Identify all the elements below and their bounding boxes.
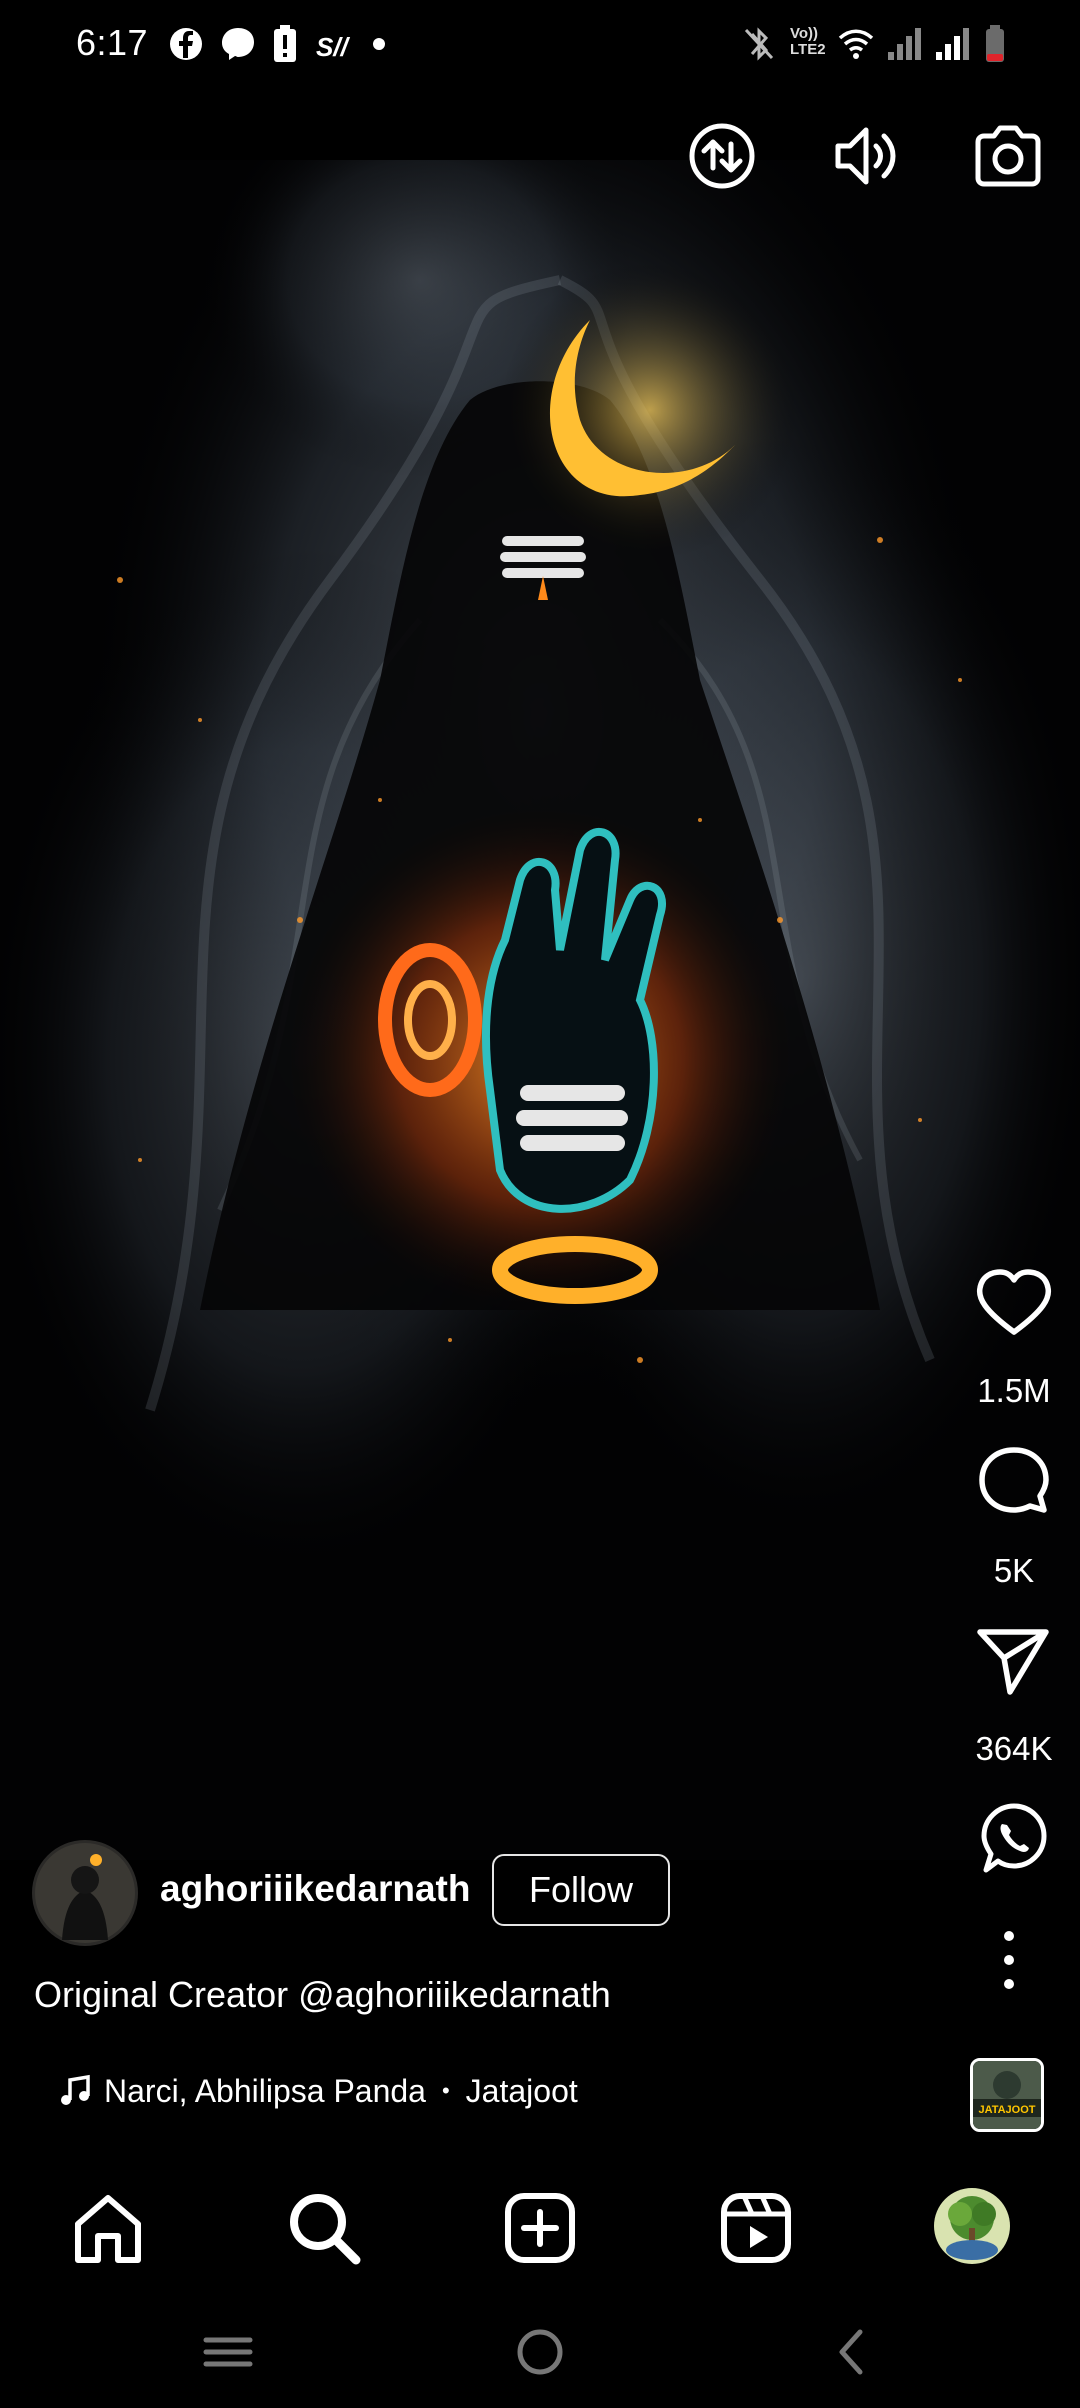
cell-signal-2-icon xyxy=(936,28,969,60)
network-label: Vo)) LTE2 xyxy=(790,25,826,58)
reel-caption[interactable]: Original Creator @aghoriiikedarnath xyxy=(34,1974,611,2016)
music-note-icon xyxy=(61,2074,90,2105)
cell-signal-1-icon xyxy=(888,28,921,60)
share-count: 364K xyxy=(975,1730,1053,1767)
messenger-icon xyxy=(222,28,254,60)
svg-text:S//: S// xyxy=(316,32,351,62)
back-icon[interactable] xyxy=(824,2324,880,2380)
status-bar: 6:17 S// Vo)) LTE2 xyxy=(0,0,1080,90)
reels-icon[interactable] xyxy=(718,2190,794,2266)
notification-dot-icon xyxy=(373,38,385,50)
battery-icon xyxy=(986,25,1004,62)
facebook-icon xyxy=(170,28,202,60)
search-icon[interactable] xyxy=(286,2190,362,2266)
shiva-artwork xyxy=(0,160,1080,1860)
create-icon[interactable] xyxy=(502,2190,578,2266)
audio-track: Jatajoot xyxy=(465,2072,578,2109)
signal-speed-icon: S// xyxy=(316,32,351,62)
home-circle-icon[interactable] xyxy=(512,2324,568,2380)
home-icon[interactable] xyxy=(70,2190,146,2266)
reel-video[interactable] xyxy=(0,160,1080,1860)
data-saver-icon[interactable] xyxy=(686,120,758,192)
audio-artists: Narci, Abhilipsa Panda xyxy=(104,2072,426,2109)
audio-thumb-text: JATAJOOT xyxy=(978,2104,1035,2116)
bluetooth-off-icon xyxy=(744,27,774,61)
profile-avatar[interactable] xyxy=(934,2188,1010,2264)
whatsapp-icon[interactable] xyxy=(974,1800,1054,1880)
wifi-icon xyxy=(838,29,874,59)
audio-thumbnail[interactable]: JATAJOOT xyxy=(970,2058,1044,2132)
audio-separator: • xyxy=(441,2078,450,2103)
send-icon[interactable] xyxy=(974,1622,1054,1702)
follow-button[interactable]: Follow xyxy=(492,1854,670,1926)
creator-avatar[interactable] xyxy=(32,1840,138,1946)
comment-count: 5K xyxy=(993,1552,1035,1589)
more-icon[interactable] xyxy=(974,1922,1054,2002)
status-time: 6:17 xyxy=(76,22,149,63)
creator-username[interactable]: aghoriiikedarnath xyxy=(160,1868,470,1910)
heart-icon[interactable] xyxy=(974,1264,1054,1344)
volume-icon[interactable] xyxy=(830,120,902,192)
battery-alert-icon xyxy=(274,25,296,62)
recents-icon[interactable] xyxy=(200,2324,256,2380)
audio-info[interactable]: Narci, Abhilipsa Panda • Jatajoot xyxy=(58,2070,578,2112)
comment-icon[interactable] xyxy=(974,1444,1054,1524)
like-count: 1.5M xyxy=(977,1372,1051,1409)
camera-icon[interactable] xyxy=(972,120,1044,192)
